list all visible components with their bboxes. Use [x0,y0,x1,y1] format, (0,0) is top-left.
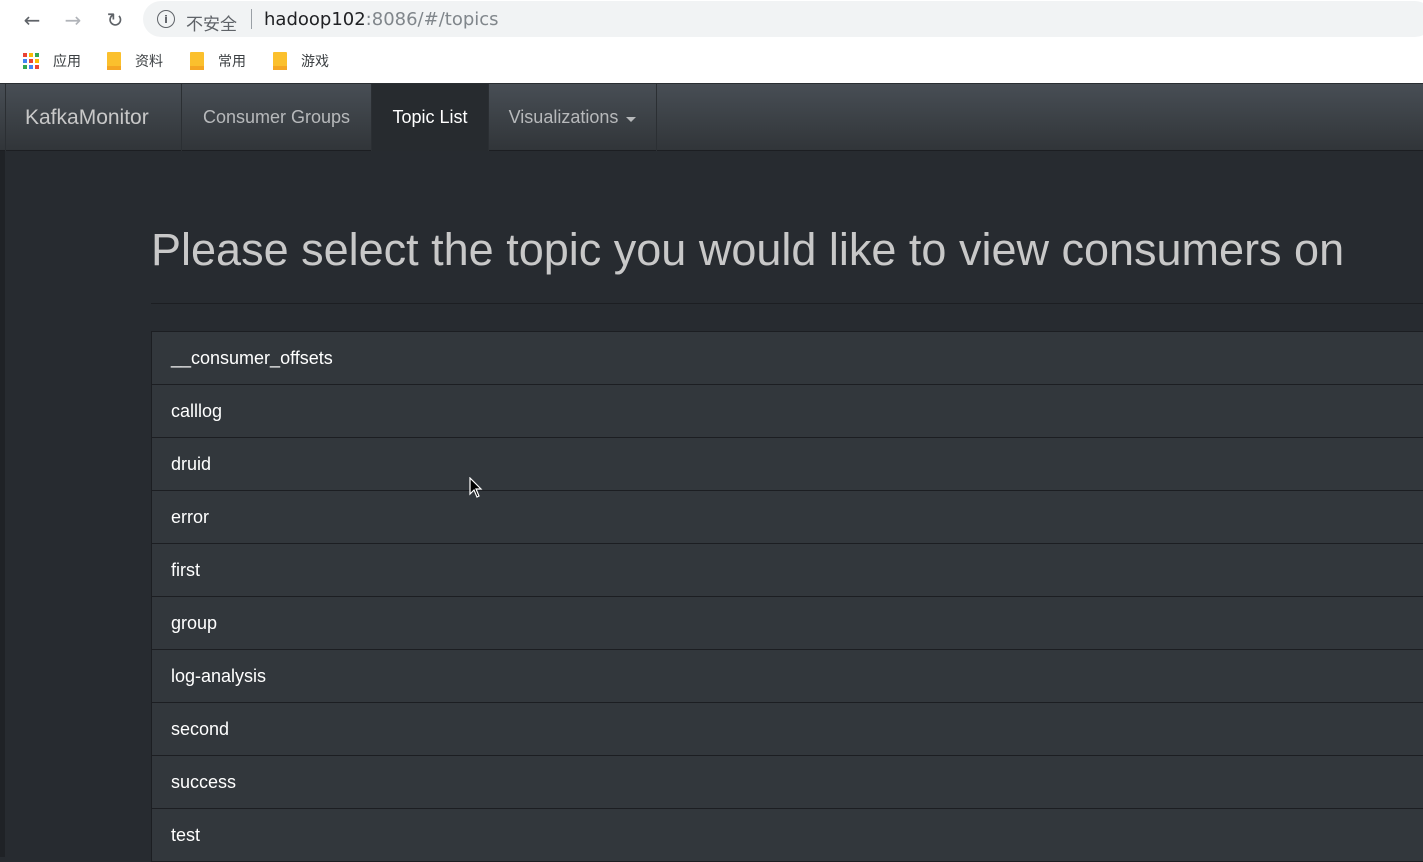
info-icon[interactable]: i [157,10,175,28]
mouse-pointer-icon [469,477,483,498]
nav-topic-list[interactable]: Topic List [372,84,489,151]
page-title: Please select the topic you would like t… [151,224,1345,275]
url-text[interactable]: hadoop102:8086/#/topics [264,9,499,30]
topic-item-log-analysis[interactable]: log-analysis [152,650,1423,703]
browser-chrome: ← → ↻ i 不安全 hadoop102:8086/#/topics 应用 资… [0,0,1423,83]
topic-item-first[interactable]: first [152,544,1423,597]
nav-consumer-groups[interactable]: Consumer Groups [182,84,372,151]
bookmark-label: 资料 [135,54,163,70]
bookmark-folder-youxi[interactable]: 游戏 [273,50,329,72]
topic-item-druid[interactable]: druid [152,438,1423,491]
topic-item-success[interactable]: success [152,756,1423,809]
bookmarks-bar: 应用 资料 常用 游戏 [0,45,1423,77]
topic-item-error[interactable]: error [152,491,1423,544]
url-path: :8086/#/topics [365,9,499,30]
topic-item-test[interactable]: test [152,809,1423,862]
nav-label: Consumer Groups [202,107,351,127]
address-bar[interactable]: i 不安全 hadoop102:8086/#/topics [143,1,1423,37]
nav-visualizations-dropdown[interactable]: Visualizations [489,84,657,151]
left-edge-strip [0,151,5,857]
reload-icon[interactable]: ↻ [100,5,130,35]
apps-grid-icon [23,53,39,69]
bookmark-folder-ziliao[interactable]: 资料 [107,50,163,72]
caret-down-icon [626,116,637,122]
bookmark-label: 应用 [53,54,81,70]
back-arrow-icon[interactable]: ← [17,5,47,35]
topic-item-consumer-offsets[interactable]: __consumer_offsets [152,332,1423,385]
bookmark-folder-changyong[interactable]: 常用 [190,50,246,72]
folder-icon [107,52,121,70]
topic-list: __consumer_offsets calllog druid error f… [151,331,1423,862]
folder-icon [273,52,287,70]
nav-label: Topic List [392,107,468,127]
topic-item-calllog[interactable]: calllog [152,385,1423,438]
folder-icon [190,52,204,70]
address-bar-row: ← → ↻ i 不安全 hadoop102:8086/#/topics [0,0,1423,40]
nav-label: Visualizations [508,107,619,127]
url-separator [251,9,252,29]
title-divider [151,303,1423,304]
brand-link[interactable]: KafkaMonitor [5,84,182,151]
bookmark-apps[interactable]: 应用 [23,50,81,72]
topic-item-second[interactable]: second [152,703,1423,756]
security-label[interactable]: 不安全 [186,10,237,35]
url-host: hadoop102 [264,9,366,30]
forward-arrow-icon[interactable]: → [58,5,88,35]
app-navbar: KafkaMonitor Consumer Groups Topic List … [0,83,1423,151]
topic-item-group[interactable]: group [152,597,1423,650]
bookmark-label: 游戏 [301,54,329,70]
bookmark-label: 常用 [218,54,246,70]
